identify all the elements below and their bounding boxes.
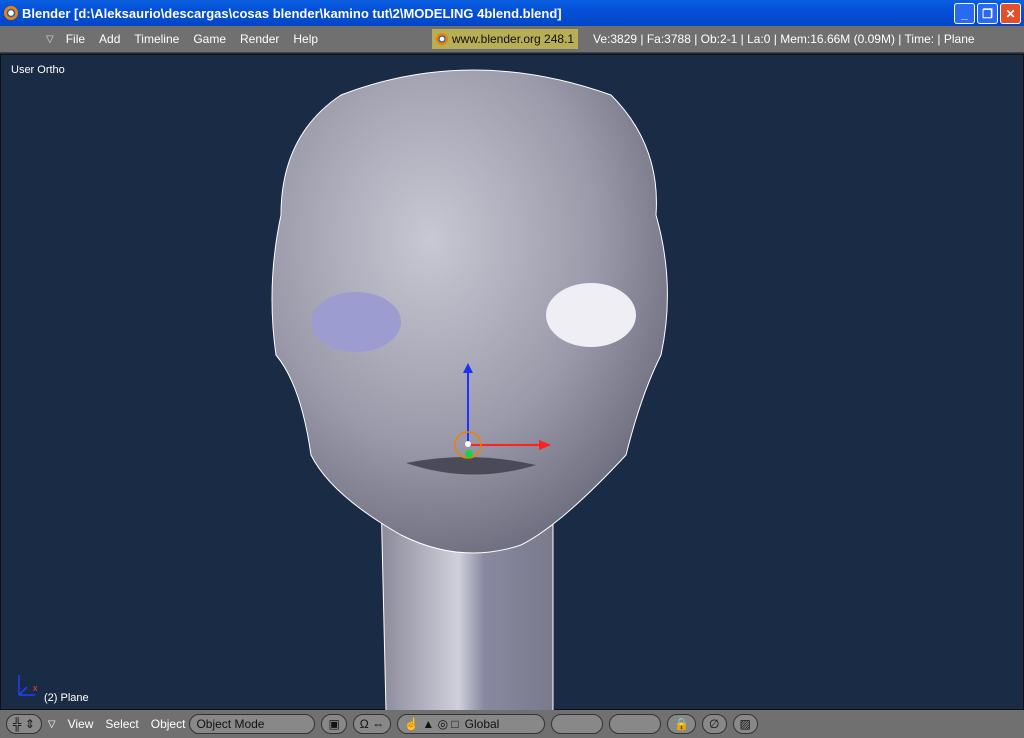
mode-selector[interactable]: Object Mode (189, 714, 316, 734)
scene-stats: Ve:3829 | Fa:3788 | Ob:2-1 | La:0 | Mem:… (593, 32, 975, 46)
editor-type-selector[interactable]: ╬ ⇕ (6, 714, 42, 734)
manipulator-controls[interactable]: ☝ ▲ ◎ □ Global (397, 714, 546, 734)
3d-view-header: ╬ ⇕ ▽ View Select Object Object Mode ▣ Ω… (0, 710, 1024, 738)
menu-view[interactable]: View (68, 717, 94, 731)
render-preview-icon[interactable]: ▨ (732, 714, 758, 734)
mode-value: Object Mode (196, 717, 265, 731)
menu-select[interactable]: Select (105, 717, 138, 731)
layers-group-1[interactable] (551, 714, 604, 734)
close-button[interactable]: ✕ (1000, 3, 1021, 24)
svg-text:x: x (33, 683, 38, 693)
3d-viewport[interactable]: User Ortho x (2) Plane (0, 54, 1024, 711)
menu-timeline[interactable]: Timeline (134, 32, 179, 46)
collapse-triangle-icon[interactable]: ▽ (48, 719, 56, 730)
active-object-label: (2) Plane (44, 692, 89, 704)
menu-bar: ▽ File Add Timeline Game Render Help www… (0, 26, 1024, 53)
menu-file[interactable]: File (66, 32, 85, 46)
lock-layers-icon[interactable]: 🔒 (667, 714, 697, 734)
menu-game[interactable]: Game (193, 32, 226, 46)
layers-group-2[interactable] (609, 714, 662, 734)
blender-logo-icon (4, 6, 18, 20)
menu-object[interactable]: Object (151, 717, 186, 731)
alien-head-model: x (18, 69, 668, 711)
blender-site-link[interactable]: www.blender.org 248.1 (432, 29, 579, 49)
minimize-button[interactable]: _ (954, 3, 975, 24)
menu-render[interactable]: Render (240, 32, 279, 46)
title-bar: Blender [d:\Aleksaurio\descargas\cosas b… (0, 0, 1024, 26)
collapse-triangle-icon[interactable]: ▽ (46, 34, 54, 45)
link-icon[interactable]: ∅ (702, 714, 727, 734)
menu-help[interactable]: Help (293, 32, 318, 46)
menu-add[interactable]: Add (99, 32, 120, 46)
orientation-value: Global (464, 717, 500, 731)
restore-button[interactable]: ❐ (977, 3, 998, 24)
draw-type-selector[interactable]: ▣ (321, 714, 347, 734)
window-title: Blender [d:\Aleksaurio\descargas\cosas b… (22, 5, 562, 21)
pivot-selector[interactable]: Ω ⇔ (352, 714, 392, 734)
